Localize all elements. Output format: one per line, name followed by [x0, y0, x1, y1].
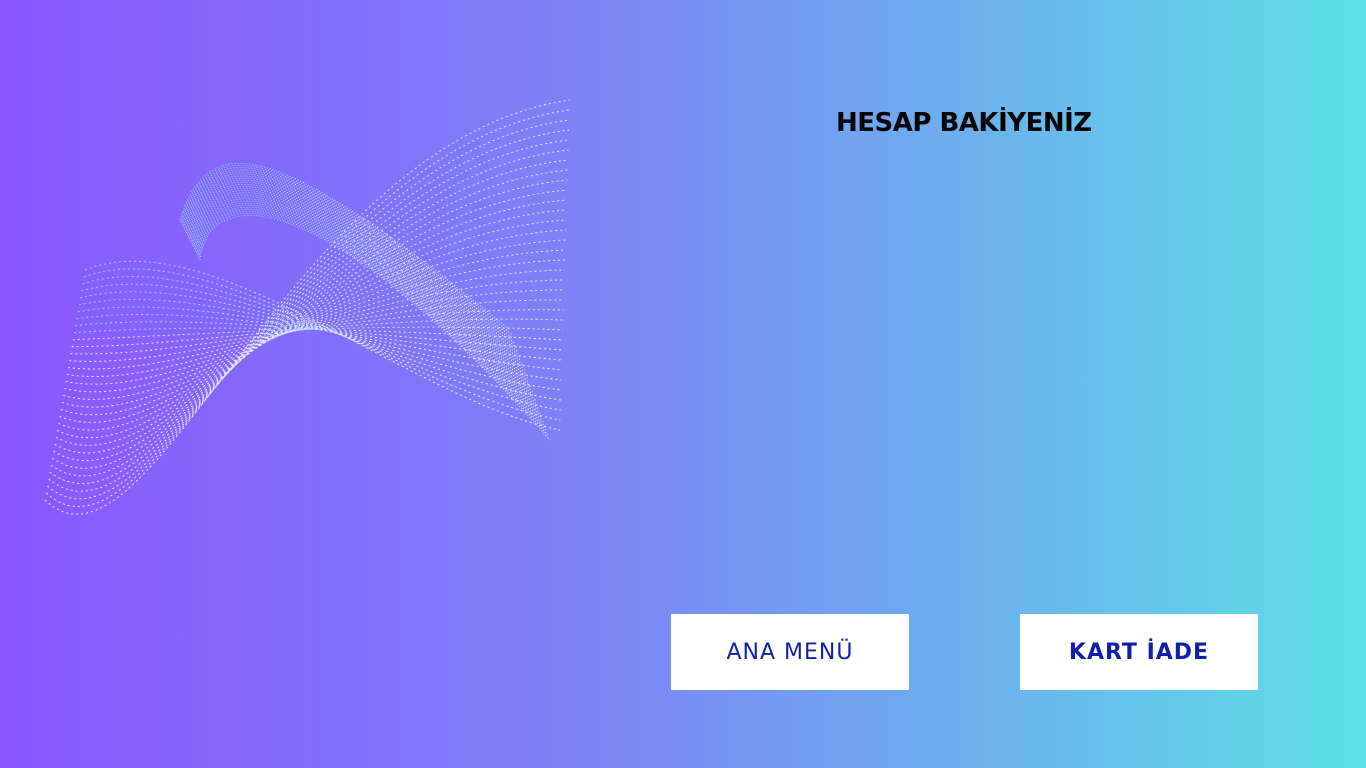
mesh-line: [191, 194, 535, 397]
mesh-line: [193, 198, 538, 406]
mesh-line: [70, 309, 564, 355]
mesh-line: [197, 210, 548, 432]
card-return-button-label: KART İADE: [1068, 639, 1210, 665]
main-menu-button[interactable]: ANA MENÜ: [671, 614, 909, 690]
mesh-line: [55, 189, 568, 446]
mesh-line: [84, 260, 561, 431]
mesh-line: [184, 175, 520, 357]
mesh-line: [72, 326, 564, 341]
mesh-line: [82, 276, 561, 411]
atm-balance-screen: HESAP BAKİYENİZ ANA MENÜ KART İADE: [0, 0, 1366, 768]
mesh-line: [199, 215, 551, 441]
wave-mesh-graphic: [44, 99, 571, 515]
mesh-line: [189, 190, 532, 388]
mesh-line: [83, 268, 561, 421]
mesh-line: [56, 199, 568, 438]
mesh-line: [53, 169, 568, 461]
mesh-line: [80, 291, 562, 391]
mesh-line: [193, 200, 540, 410]
mesh-line: [77, 306, 562, 371]
mesh-line: [51, 159, 569, 469]
card-return-button[interactable]: KART İADE: [1020, 614, 1258, 690]
main-menu-button-label: ANA MENÜ: [726, 639, 854, 665]
mesh-line: [197, 208, 546, 428]
mesh-line: [48, 129, 570, 492]
mesh-line: [195, 204, 543, 419]
mesh-line: [185, 179, 524, 366]
balance-title: HESAP BAKİYENİZ: [836, 108, 1092, 138]
mesh-line: [194, 202, 541, 414]
mesh-line: [71, 318, 564, 348]
